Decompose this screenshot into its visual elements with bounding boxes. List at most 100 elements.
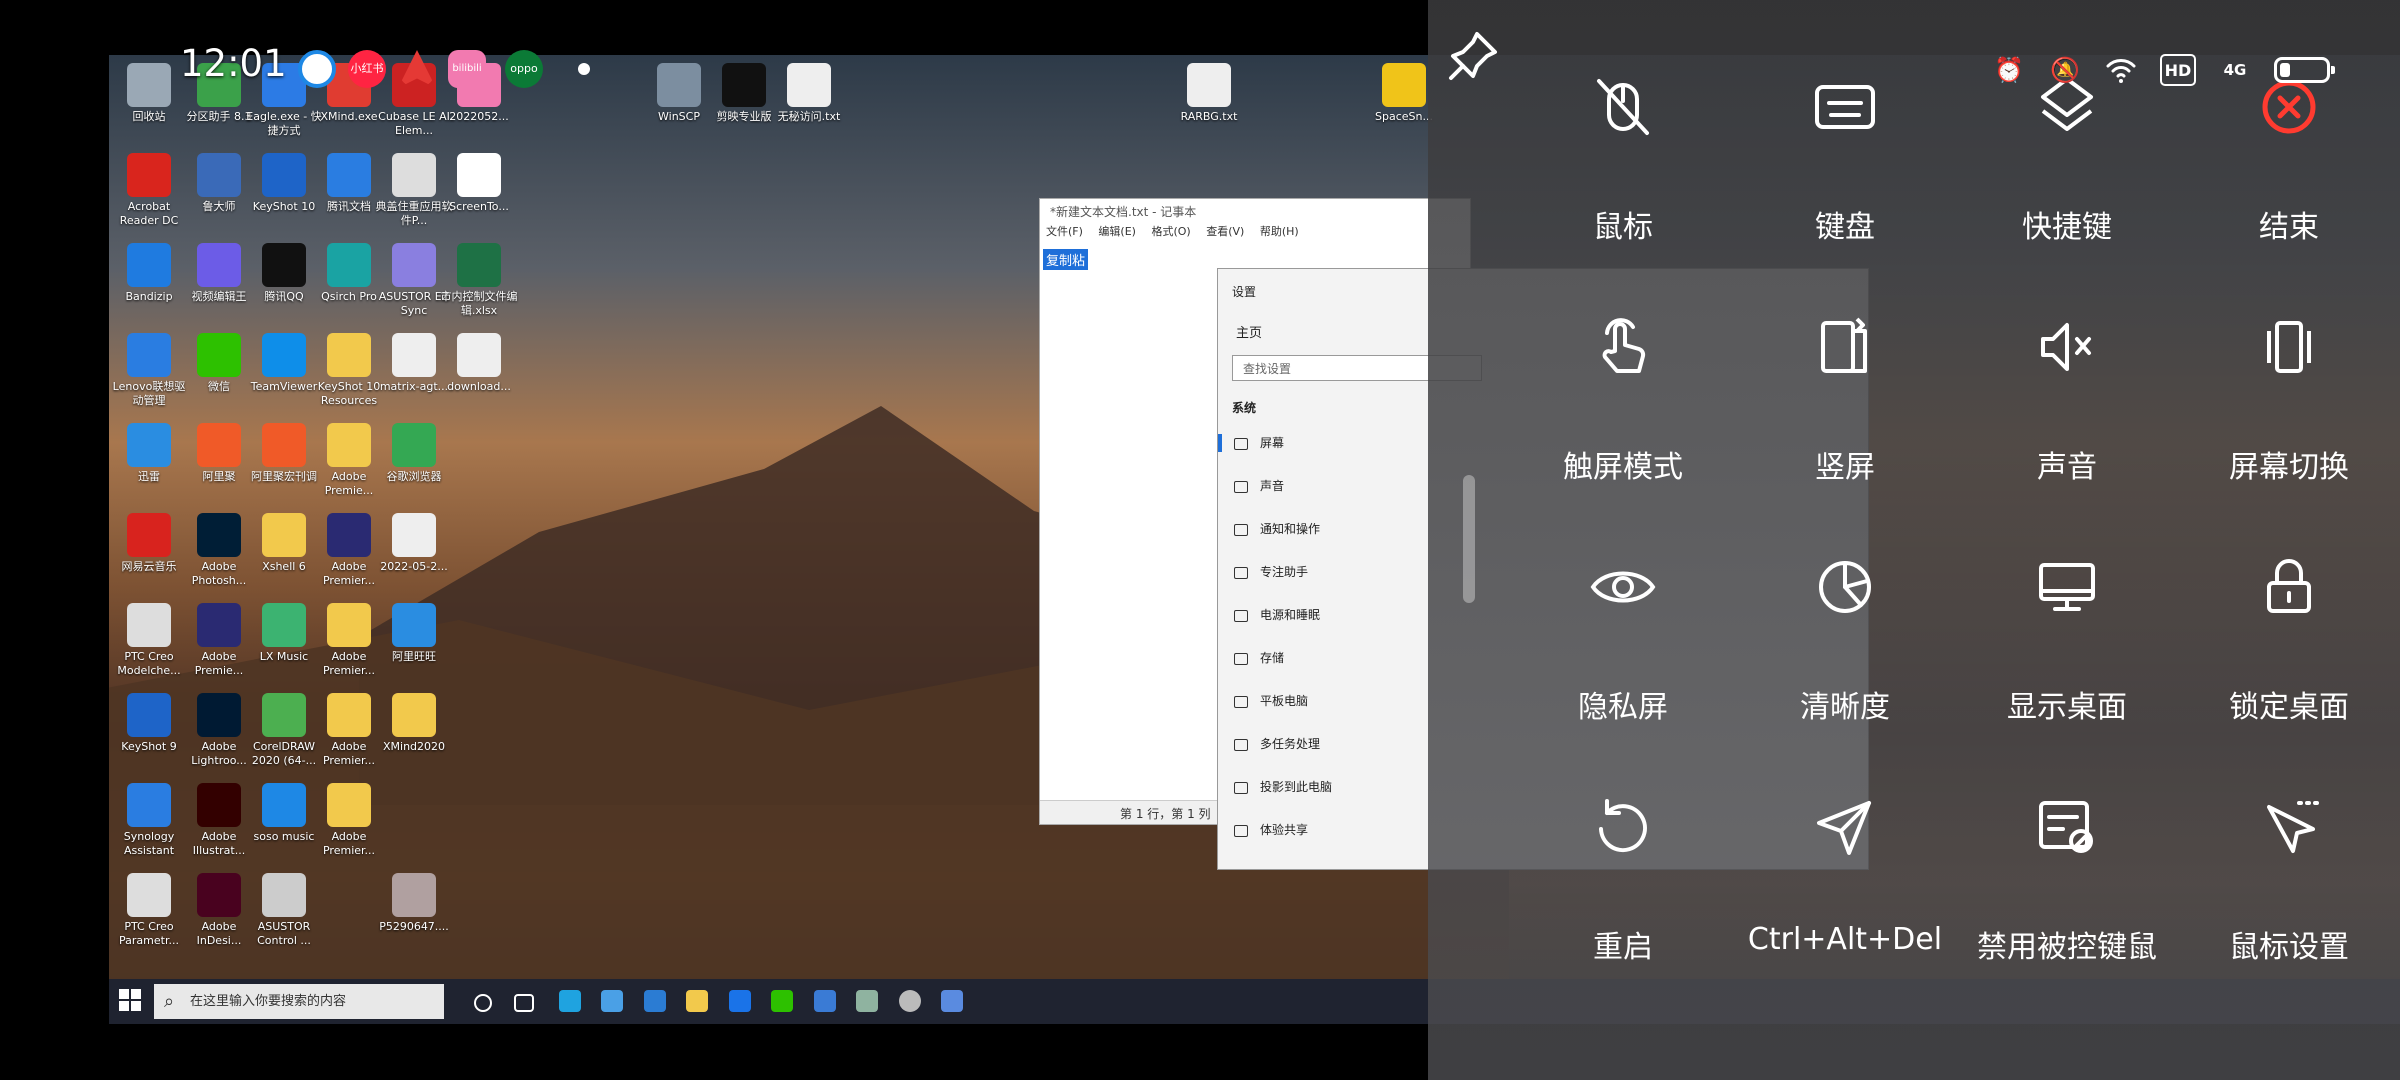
folder-icon xyxy=(327,783,371,827)
desktop-icon[interactable]: PTC Creo Parametr... xyxy=(109,873,189,948)
desktop-icon[interactable]: Acrobat Reader DC xyxy=(109,153,189,228)
portrait-icon xyxy=(1790,292,1900,402)
menu-view[interactable]: 查看(V) xyxy=(1206,225,1244,238)
sound-tile[interactable]: 声音 xyxy=(1967,292,2167,492)
winscp-icon xyxy=(657,63,701,107)
menu-help[interactable]: 帮助(H) xyxy=(1260,225,1299,238)
todo-icon[interactable] xyxy=(729,990,751,1012)
screen-switch-tile[interactable]: 屏幕切换 xyxy=(2189,292,2389,492)
desktop-icon[interactable]: 谷歌浏览器 xyxy=(374,423,454,484)
desktop-icon[interactable]: Adobe Premier... xyxy=(309,783,389,858)
end-session-tile[interactable]: 结束 xyxy=(2189,52,2389,252)
pin-icon[interactable] xyxy=(1443,26,1503,86)
touch-icon xyxy=(1568,292,1678,402)
tencent-docs-icon xyxy=(327,153,371,197)
desktop-icon[interactable]: Lenovo联想驱动管理 xyxy=(109,333,189,408)
download-file-icon xyxy=(457,333,501,377)
wechat-icon xyxy=(197,333,241,377)
headphones-icon xyxy=(262,783,306,827)
capcut-icon xyxy=(722,63,766,107)
touch-mode-tile[interactable]: 触屏模式 xyxy=(1523,292,1723,492)
taskbar-search-input[interactable]: 在这里输入你要搜索的内容 xyxy=(154,984,444,1019)
panel-scrollbar[interactable] xyxy=(1463,475,1475,603)
cortana-icon[interactable] xyxy=(474,994,492,1012)
aliwangwang-icon xyxy=(392,603,436,647)
lightroom-icon xyxy=(197,693,241,737)
send-icon xyxy=(1790,772,1900,882)
restart-tile[interactable]: 重启 xyxy=(1523,772,1723,972)
mute-icon xyxy=(2012,292,2122,402)
desktop-icon xyxy=(2012,532,2122,642)
desktop-icon[interactable]: Synology Assistant xyxy=(109,783,189,858)
screentogif-icon xyxy=(457,153,501,197)
text-file-icon xyxy=(1187,63,1231,107)
folder-icon xyxy=(327,693,371,737)
synology-icon xyxy=(127,783,171,827)
settings-gear-icon[interactable] xyxy=(899,990,921,1012)
remote-taskbar-icon[interactable] xyxy=(941,990,963,1012)
edge-icon[interactable] xyxy=(559,990,581,1012)
desktop-icon[interactable]: 回收站 xyxy=(109,63,189,124)
desktop-icon[interactable]: RARBG.txt xyxy=(1169,63,1249,124)
show-desktop-tile[interactable]: 显示桌面 xyxy=(1967,532,2167,732)
windows-start-icon[interactable] xyxy=(119,989,143,1013)
selected-text[interactable]: 复制粘 xyxy=(1043,249,1089,270)
image-file-icon xyxy=(392,873,436,917)
acrobat-icon xyxy=(127,153,171,197)
portrait-tile[interactable]: 竖屏 xyxy=(1745,292,1945,492)
aliju-icon xyxy=(197,423,241,467)
image-file-icon xyxy=(392,513,436,557)
chrome-icon xyxy=(392,423,436,467)
menu-file[interactable]: 文件(F) xyxy=(1046,225,1083,238)
mail-icon[interactable] xyxy=(644,990,666,1012)
ludashi-icon xyxy=(197,153,241,197)
mouse-tile[interactable]: 鼠标 xyxy=(1523,52,1723,252)
mouse-settings-tile[interactable]: 鼠标设置 xyxy=(2189,772,2389,972)
desktop-icon[interactable]: 网易云音乐 xyxy=(109,513,189,574)
ezsync-icon xyxy=(392,243,436,287)
shortcut-tile[interactable]: 快捷键 xyxy=(1967,52,2167,252)
disable-input-icon xyxy=(2012,772,2122,882)
task-view-icon[interactable] xyxy=(514,994,534,1012)
folder-icon xyxy=(392,693,436,737)
app-taskbar-icon[interactable] xyxy=(814,990,836,1012)
ctrl-alt-del-tile[interactable]: Ctrl+Alt+Del xyxy=(1745,772,1945,972)
wechat-taskbar-icon[interactable] xyxy=(771,990,793,1012)
desktop-icon[interactable]: 阿里旺旺 xyxy=(374,603,454,664)
desktop-icon[interactable]: ASUSTOR Control ... xyxy=(244,873,324,948)
desktop-icon[interactable]: ScreenTo... xyxy=(439,153,519,214)
image-file-icon xyxy=(457,63,501,107)
desktop-icon[interactable]: download... xyxy=(439,333,519,394)
desktop-icon[interactable]: 2022052... xyxy=(439,63,519,124)
folder-icon xyxy=(327,603,371,647)
clarity-icon xyxy=(1790,532,1900,642)
lock-icon xyxy=(2234,532,2344,642)
eye-icon xyxy=(1568,532,1678,642)
desktop-icon[interactable]: P5290647.... xyxy=(374,873,454,934)
video-editor-icon xyxy=(197,243,241,287)
indesign-icon xyxy=(197,873,241,917)
desktop-icon[interactable]: PTC Creo Modelche... xyxy=(109,603,189,678)
desktop-icon[interactable]: Bandizip xyxy=(109,243,189,304)
lock-desktop-tile[interactable]: 锁定桌面 xyxy=(2189,532,2389,732)
clarity-tile[interactable]: 清晰度 xyxy=(1745,532,1945,732)
desktop-icon[interactable]: KeyShot 9 xyxy=(109,693,189,754)
disable-input-tile[interactable]: 禁用被控键鼠 xyxy=(1967,772,2167,972)
recycle-bin-icon xyxy=(127,63,171,107)
menu-format[interactable]: 格式(O) xyxy=(1151,225,1190,238)
desktop-icon[interactable]: 2022-05-2... xyxy=(374,513,454,574)
notepad-taskbar-icon[interactable] xyxy=(856,990,878,1012)
store-icon[interactable] xyxy=(601,990,623,1012)
teamviewer-icon xyxy=(262,333,306,377)
document-icon xyxy=(392,333,436,377)
desktop-icon[interactable]: 无秘访问.txt xyxy=(769,63,849,124)
privacy-screen-tile[interactable]: 隐私屏 xyxy=(1523,532,1723,732)
file-explorer-icon[interactable] xyxy=(686,990,708,1012)
desktop-icon[interactable]: 市内控制文件编辑.xlsx xyxy=(439,243,519,318)
notepad-menu: 文件(F) 编辑(E) 格式(O) 查看(V) 帮助(H) xyxy=(1040,223,1470,243)
desktop-icon[interactable]: XMind2020 xyxy=(374,693,454,754)
desktop-icon[interactable]: 迅雷 xyxy=(109,423,189,484)
text-file-icon xyxy=(787,63,831,107)
menu-edit[interactable]: 编辑(E) xyxy=(1098,225,1136,238)
keyboard-tile[interactable]: 键盘 xyxy=(1745,52,1945,252)
